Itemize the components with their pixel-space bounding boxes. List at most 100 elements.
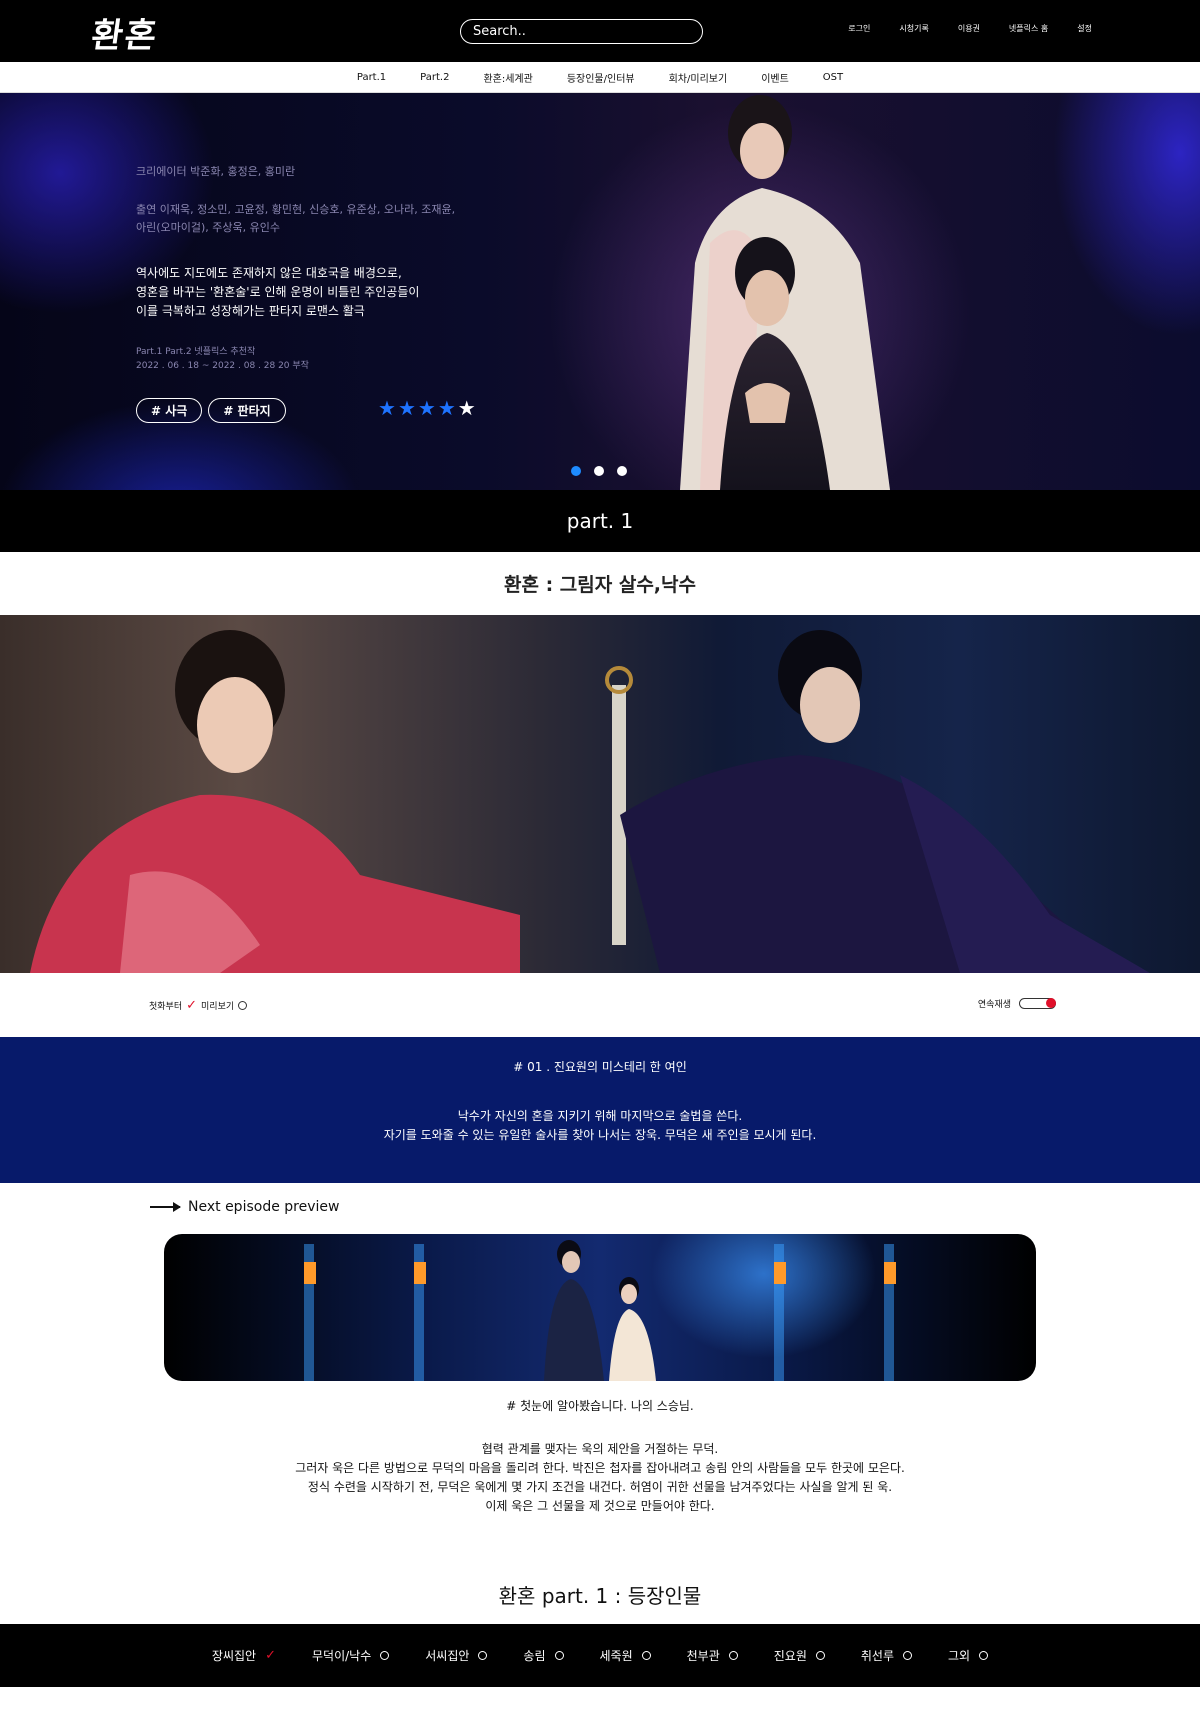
radio-circle-icon	[380, 1651, 390, 1660]
util-login[interactable]: 로그인	[848, 23, 870, 34]
tab-cheonbugwan[interactable]: 천부관	[687, 1647, 738, 1664]
star-icon: ★	[378, 396, 398, 420]
tab-chwiseonru[interactable]: 취선루	[861, 1647, 912, 1664]
radio-circle-icon	[979, 1651, 989, 1660]
next-episode-preview-image[interactable]	[164, 1234, 1036, 1381]
nav-episodes[interactable]: 회차/미리보기	[669, 70, 728, 85]
tab-label: 무덕이/낙수	[311, 1649, 372, 1663]
hero-poster-image	[680, 95, 890, 490]
carousel-dot-3[interactable]	[617, 466, 627, 476]
characters-title: 환혼 part. 1 : 등장인물	[498, 1584, 702, 1608]
hero-synopsis-line2: 영혼을 바꾸는 '환혼술'로 인해 운명이 비틀린 주인공들이	[136, 285, 420, 299]
carousel-dot-1[interactable]	[571, 466, 581, 476]
character-tabs: 장씨집안 ✓ 무덕이/낙수 서씨집안 송림 세죽원 천부관 진요원 취선루 그외	[0, 1624, 1200, 1687]
episode-title: # 01 . 진요원의 미스테리 한 여인	[513, 1060, 687, 1074]
from-first-label[interactable]: 첫화부터	[149, 999, 182, 1012]
nav-world[interactable]: 환혼:세계관	[483, 70, 532, 85]
radio-circle-icon	[815, 1651, 825, 1660]
autoplay-control: 연속재생	[978, 997, 1056, 1010]
logo-text: 환혼	[88, 16, 161, 56]
nav-part2[interactable]: Part.2	[420, 72, 449, 83]
hero-synopsis-line1: 역사에도 지도에도 존재하지 않은 대호국을 배경으로,	[136, 266, 402, 280]
tab-others[interactable]: 그외	[948, 1647, 989, 1664]
star-empty-icon: ★	[457, 396, 478, 420]
nav-events[interactable]: 이벤트	[761, 70, 789, 85]
util-netflix-home[interactable]: 넷플릭스 홈	[1009, 23, 1048, 34]
part-label: part. 1	[566, 509, 634, 533]
utility-menu: 로그인 시청기록 이용권 넷플릭스 홈 설정	[819, 23, 1092, 34]
playback-controls: 첫화부터 ✓ 미리보기 연속재생	[0, 973, 1200, 1037]
hero-cast-line1: 출연 이재욱, 정소민, 고윤정, 황민현, 신승호, 유준상, 오나라, 조재…	[136, 203, 456, 216]
radio-circle-icon	[728, 1651, 738, 1660]
radio-circle-icon[interactable]	[238, 1001, 248, 1010]
preview-illustration	[304, 1240, 896, 1381]
toggle-knob	[1046, 998, 1056, 1008]
radio-circle-icon	[641, 1651, 651, 1660]
hero-banner: 크리에이터 박준화, 홍정은, 홍미란 출연 이재욱, 정소민, 고윤정, 황민…	[0, 93, 1200, 490]
top-bar: 환혼 로그인 시청기록 이용권 넷플릭스 홈 설정	[0, 0, 1200, 62]
star-icon: ★	[437, 396, 458, 420]
rating-stars: ★★★★★	[378, 396, 478, 420]
story-line: 그러자 욱은 다른 방법으로 무덕의 마음을 돌리려 한다. 박진은 첩자를 잡…	[295, 1461, 905, 1475]
episode-desc-line2: 자기를 도와줄 수 있는 유일한 술사를 찾아 나서는 장욱. 무덕은 새 주인…	[383, 1128, 817, 1142]
nav-part1[interactable]: Part.1	[357, 72, 386, 83]
episode-scene-image[interactable]	[0, 615, 1200, 973]
tab-sejukwon[interactable]: 세죽원	[600, 1647, 651, 1664]
carousel-dot-2[interactable]	[594, 466, 604, 476]
story-line: 협력 관계를 맺자는 욱의 제안을 거절하는 무덕.	[481, 1442, 719, 1456]
arrow-right-icon	[150, 1202, 181, 1212]
episode-description: 낙수가 자신의 혼을 지키기 위해 마지막으로 술법을 쓴다. 자기를 도와줄 …	[0, 1107, 1200, 1145]
tab-label: 서씨집안	[425, 1649, 470, 1663]
story-line: 정식 수련을 시작하기 전, 무덕은 욱에게 몇 가지 조건을 내건다. 허염이…	[307, 1480, 893, 1494]
search-box[interactable]	[460, 19, 703, 44]
radio-circle-icon	[903, 1651, 912, 1660]
autoplay-toggle[interactable]	[1019, 998, 1056, 1009]
part-band: part. 1	[0, 490, 1200, 552]
hero-info: 크리에이터 박준화, 홍정은, 홍미란 출연 이재욱, 정소민, 고윤정, 황민…	[136, 163, 516, 373]
hero-meta-line1: Part.1 Part.2 넷플릭스 추천작	[136, 347, 256, 357]
tag-historical[interactable]: # 사극	[136, 398, 203, 423]
tab-label: 장씨집안	[211, 1649, 257, 1663]
radio-circle-icon	[478, 1651, 488, 1660]
tag-fantasy[interactable]: # 판타지	[208, 398, 286, 423]
hero-creators: 크리에이터 박준화, 홍정은, 홍미란	[136, 165, 296, 178]
carousel-dots	[571, 466, 627, 476]
hero-cast-line2: 아린(오마이걸), 주상욱, 유인수	[136, 221, 281, 234]
next-episode-story: 협력 관계를 맺자는 욱의 제안을 거절하는 무덕. 그러자 욱은 다른 방법으…	[0, 1440, 1200, 1516]
tab-seo-family[interactable]: 서씨집안	[425, 1647, 488, 1664]
section-title-text: 환혼 : 그림자 살수,낙수	[504, 574, 696, 596]
preview-label[interactable]: 미리보기	[201, 999, 234, 1012]
hero-synopsis-line3: 이를 극복하고 성장해가는 판타지 로맨스 활극	[136, 304, 365, 318]
tab-songrim[interactable]: 송림	[523, 1647, 564, 1664]
autoplay-label: 연속재생	[977, 1000, 1011, 1010]
next-episode-quote: # 첫눈에 알아봤습니다. 나의 스승님.	[506, 1399, 694, 1413]
section-title: 환혼 : 그림자 살수,낙수	[0, 552, 1200, 615]
util-pass[interactable]: 이용권	[958, 23, 980, 34]
episode-desc-line1: 낙수가 자신의 혼을 지키기 위해 마지막으로 술법을 쓴다.	[457, 1109, 743, 1123]
star-icon: ★	[417, 396, 438, 420]
genre-tags: # 사극 # 판타지	[136, 398, 286, 423]
tab-jang-family[interactable]: 장씨집안 ✓	[212, 1647, 276, 1664]
tab-label: 천부관	[686, 1649, 720, 1663]
star-icon: ★	[397, 396, 418, 420]
check-icon: ✓	[265, 1648, 276, 1663]
tab-mudeok[interactable]: 무덕이/낙수	[311, 1647, 390, 1664]
radio-circle-icon	[554, 1651, 564, 1660]
episode-start-options: 첫화부터 ✓ 미리보기	[149, 998, 248, 1013]
tab-label: 송림	[523, 1649, 546, 1663]
tab-jinyowon[interactable]: 진요원	[774, 1647, 825, 1664]
util-history[interactable]: 시청기록	[899, 23, 928, 34]
tab-label: 세죽원	[599, 1649, 633, 1663]
nav-characters[interactable]: 등장인물/인터뷰	[567, 70, 635, 85]
scene-illustration	[30, 630, 1150, 973]
search-input[interactable]	[473, 24, 673, 39]
site-logo[interactable]: 환혼	[89, 8, 162, 57]
nav-ost[interactable]: OST	[823, 72, 843, 83]
util-settings[interactable]: 설정	[1077, 23, 1092, 34]
check-icon[interactable]: ✓	[186, 998, 197, 1013]
tab-label: 진요원	[773, 1649, 807, 1663]
next-episode-preview-link[interactable]: Next episode preview	[150, 1199, 339, 1215]
episode-info-panel: # 01 . 진요원의 미스테리 한 여인 낙수가 자신의 혼을 지키기 위해 …	[0, 1037, 1200, 1183]
main-nav: Part.1 Part.2 환혼:세계관 등장인물/인터뷰 회차/미리보기 이벤…	[0, 62, 1200, 93]
next-preview-label: Next episode preview	[188, 1199, 340, 1215]
